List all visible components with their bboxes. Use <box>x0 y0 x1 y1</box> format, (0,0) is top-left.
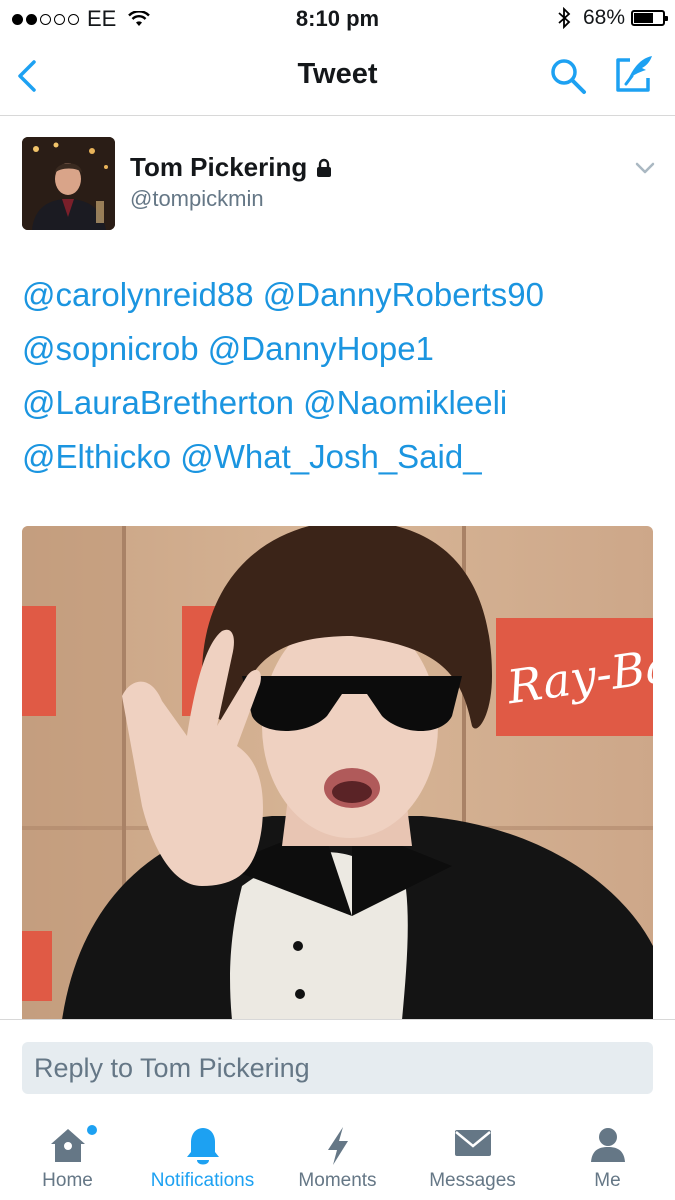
tab-label: Me <box>594 1170 621 1191</box>
tab-label: Home <box>42 1170 93 1191</box>
author-name-text: Tom Pickering <box>130 152 308 182</box>
tab-moments[interactable]: Moments <box>270 1110 405 1200</box>
lock-icon <box>317 158 332 177</box>
reply-input[interactable]: Reply to Tom Pickering <box>22 1042 653 1094</box>
tab-home[interactable]: Home <box>0 1110 135 1200</box>
tweet-text-line: @carolynreid88 @DannyRoberts90 <box>22 268 662 322</box>
bell-icon <box>186 1128 219 1165</box>
tab-label: Moments <box>298 1170 377 1191</box>
status-right: 68% <box>558 6 668 30</box>
lightning-icon <box>327 1127 348 1165</box>
tab-bar: Home Notifications Moments Messages Me <box>0 1110 675 1200</box>
home-icon <box>50 1129 85 1162</box>
mention-link[interactable]: @What_Josh_Said_ <box>180 438 481 475</box>
tweet-text-line: @sopnicrob @DannyHope1 <box>22 322 662 376</box>
tab-label: Messages <box>429 1170 516 1191</box>
tab-messages[interactable]: Messages <box>405 1110 540 1200</box>
battery-percent: 68% <box>582 6 625 29</box>
mention-link[interactable]: @DannyRoberts90 <box>263 276 544 313</box>
media-photo: Ray-Ban <box>22 526 653 1020</box>
tab-label: Notifications <box>150 1170 255 1191</box>
mention-link[interactable]: @carolynreid88 <box>22 276 254 313</box>
battery-icon <box>631 10 668 26</box>
mention-link[interactable]: @LauraBretherton <box>22 384 294 421</box>
mention-link[interactable]: @Naomikleeli <box>303 384 507 421</box>
tweet-text-line: @Elthicko @What_Josh_Said_ <box>22 430 662 484</box>
compose-tweet-icon[interactable] <box>612 54 658 96</box>
author-name[interactable]: Tom Pickering <box>130 152 332 183</box>
bluetooth-icon <box>558 7 571 29</box>
mention-link[interactable]: @sopnicrob <box>22 330 199 367</box>
mention-link[interactable]: @DannyHope1 <box>208 330 434 367</box>
tweet-text-line: @LauraBretherton @Naomikleeli <box>22 376 662 430</box>
navigation-bar: Tweet <box>0 38 675 116</box>
avatar-photo <box>22 137 115 230</box>
tab-notifications[interactable]: Notifications <box>135 1110 270 1200</box>
author-handle[interactable]: @tompickmin <box>130 186 264 212</box>
tab-me[interactable]: Me <box>540 1110 675 1200</box>
mention-link[interactable]: @Elthicko <box>22 438 171 475</box>
person-icon <box>590 1128 625 1162</box>
divider <box>0 1019 675 1020</box>
avatar[interactable] <box>22 137 115 230</box>
notification-dot <box>87 1125 97 1135</box>
chevron-down-icon[interactable] <box>634 160 656 176</box>
status-bar: EE 8:10 pm 68% <box>0 0 675 38</box>
search-icon[interactable] <box>548 56 588 96</box>
tweet-media-image[interactable]: Ray-Ban <box>22 526 653 1020</box>
tweet-text: @carolynreid88 @DannyRoberts90 @sopnicro… <box>22 268 662 484</box>
envelope-icon <box>454 1130 491 1156</box>
